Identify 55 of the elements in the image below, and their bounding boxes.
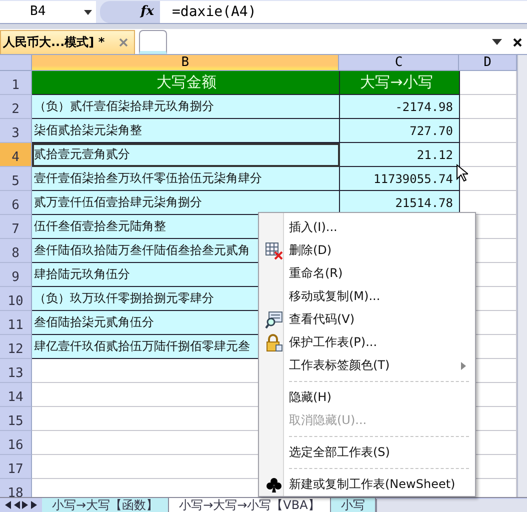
table-cell: 21.12 <box>340 143 460 167</box>
insert-function-button[interactable]: fx <box>100 0 160 22</box>
table-cell: 柒佰贰拾柒元柒角整 <box>32 119 340 143</box>
table-cell: 贰万壹仟伍佰壹拾肆元柒角捌分 <box>32 191 340 215</box>
delete-sheet-icon <box>265 242 283 260</box>
club-icon <box>266 476 282 492</box>
row-header[interactable]: 11 <box>0 311 32 335</box>
row-header[interactable]: 14 <box>0 383 32 407</box>
menu-item[interactable]: 隐藏(H) <box>259 377 475 409</box>
row-header[interactable]: 7 <box>0 215 32 239</box>
view-code-icon <box>265 310 283 328</box>
row-header[interactable]: 12 <box>0 335 32 359</box>
row-header[interactable]: 1 <box>0 71 32 95</box>
row-header[interactable]: 18 <box>0 479 32 497</box>
row-header[interactable]: 16 <box>0 431 32 455</box>
row-header[interactable]: 4 <box>0 143 32 167</box>
dropdown-arrow-icon[interactable] <box>84 10 92 14</box>
table-cell: 贰拾壹元壹角贰分 <box>32 143 340 167</box>
mouse-pointer-icon <box>456 164 468 182</box>
vertical-scrollbar[interactable] <box>517 55 527 497</box>
row-header[interactable]: 6 <box>0 191 32 215</box>
menu-item[interactable]: 新建或复制工作表(NewSheet) <box>259 464 475 496</box>
column-title: 大写→小写 <box>340 71 460 95</box>
name-box[interactable]: B4 <box>0 0 96 22</box>
horizontal-scrollbar[interactable] <box>376 498 527 512</box>
row-header[interactable]: 2 <box>0 95 32 119</box>
row-header[interactable]: 5 <box>0 167 32 191</box>
submenu-arrow-icon <box>461 362 466 370</box>
new-tab[interactable] <box>139 30 167 54</box>
row-header[interactable]: 3 <box>0 119 32 143</box>
column-header[interactable]: B <box>32 55 340 71</box>
sheet-tab[interactable]: 小写→大写→小写【VBA】 <box>169 498 331 512</box>
menu-item[interactable]: 选定全部工作表(S) <box>259 432 475 464</box>
sheet-tab[interactable]: 小写 <box>330 498 376 512</box>
row-header[interactable]: 13 <box>0 359 32 383</box>
formula-field[interactable]: =daxie(A4) <box>160 0 527 22</box>
document-tab[interactable]: 人民币大...模式] * <box>0 30 135 54</box>
table-cell: 壹仟壹佰柒拾叁万玖仟零伍拾伍元柒角肆分 <box>32 167 340 191</box>
document-title: 人民币大...模式] * <box>3 34 105 51</box>
column-header[interactable]: C <box>339 55 460 71</box>
column-title: 大写金额 <box>32 71 340 95</box>
lock-icon <box>265 334 283 352</box>
close-icon[interactable] <box>513 38 522 47</box>
table-cell: （负）贰仟壹佰柒拾肆元玖角捌分 <box>32 95 340 119</box>
row-header[interactable]: 15 <box>0 407 32 431</box>
row-header[interactable]: 8 <box>0 239 32 263</box>
row-header[interactable]: 17 <box>0 455 32 479</box>
column-header[interactable]: D <box>459 55 517 71</box>
table-cell: -2174.98 <box>340 95 460 119</box>
row-header[interactable]: 9 <box>0 263 32 287</box>
table-cell: 11739055.74 <box>340 167 460 191</box>
sheet-tab[interactable]: 小写→大写【函数】 <box>42 498 170 512</box>
row-header[interactable]: 10 <box>0 287 32 311</box>
dropdown-arrow-icon[interactable] <box>492 39 502 45</box>
table-cell: 727.70 <box>340 119 460 143</box>
